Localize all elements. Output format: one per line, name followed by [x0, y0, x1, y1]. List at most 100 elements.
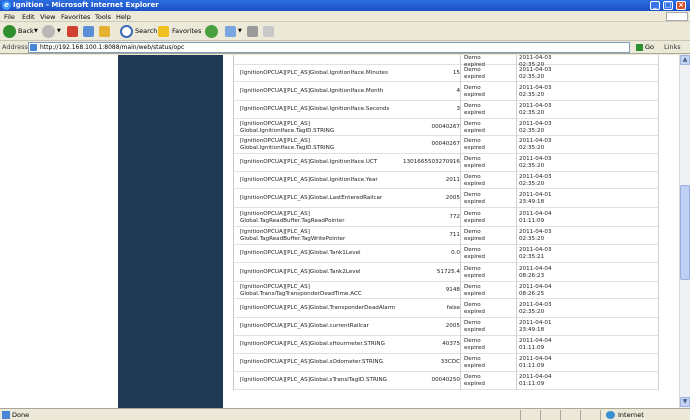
menu-help[interactable]: Help — [116, 13, 131, 21]
stop-icon[interactable] — [67, 26, 78, 37]
tag-value-cell: 40375 — [442, 341, 460, 347]
page-viewport: Demo expired 2011-04-03 02:35:20 [Ignition… — [0, 55, 679, 408]
menu-bar: File Edit View Favorites Tools Help — [0, 11, 690, 22]
tag-path-cell: [IgnitionOPCUA][PLC_AS]Global.sTransiTag… — [240, 377, 388, 383]
status-divider — [540, 410, 541, 420]
tag-path-cell: [IgnitionOPCUA][PLC_AS]Global.Transponde… — [240, 305, 396, 311]
tag-timestamp-cell: 2011-04-03 02:35:20 — [519, 302, 552, 315]
menu-favorites[interactable]: Favorites — [61, 13, 90, 21]
tag-quality-cell: Demo expired — [464, 211, 485, 224]
tag-quality-cell: Demo expired — [464, 302, 485, 315]
back-button[interactable]: Back — [18, 25, 34, 38]
table-row: [IgnitionOPCUA][PLC_AS] Global.IgnitionI… — [234, 136, 659, 154]
table-row: [IgnitionOPCUA][PLC_AS]Global.LastEntere… — [234, 189, 659, 208]
tag-quality-cell: Demo expired — [464, 174, 485, 187]
tag-path-cell: [IgnitionOPCUA][PLC_AS]Global.sOdometer.… — [240, 359, 383, 365]
scroll-up-icon[interactable]: ▲ — [680, 55, 690, 65]
tag-quality-cell: Demo expired — [464, 338, 485, 351]
tag-timestamp-cell: 2011-04-04 01:11:09 — [519, 338, 552, 351]
history-icon[interactable] — [205, 25, 218, 38]
go-arrow-icon — [636, 43, 643, 51]
maximize-button[interactable]: □ — [663, 1, 673, 10]
tag-path-cell: [IgnitionOPCUA][PLC_AS]Global.currentRai… — [240, 323, 369, 329]
status-text: Done — [12, 411, 30, 419]
menu-view[interactable]: View — [40, 13, 55, 21]
tag-value-cell: 15 — [452, 70, 460, 76]
refresh-icon[interactable] — [83, 26, 94, 37]
tag-path-cell: [IgnitionOPCUA][PLC_AS] Global.TagReadBu… — [240, 229, 346, 242]
back-arrow-icon[interactable] — [3, 25, 16, 38]
address-label: Address — [2, 43, 28, 51]
links-button[interactable]: Links — [664, 43, 681, 51]
ie-logo-icon: e — [2, 1, 11, 10]
tag-quality-cell: Demo expired — [464, 320, 485, 333]
tag-quality-cell: Demo expired — [464, 247, 485, 260]
tag-path-cell: [IgnitionOPCUA][PLC_AS]Global.sHourmeter… — [240, 341, 385, 347]
tag-quality-cell: Demo expired — [464, 192, 485, 205]
menu-tools[interactable]: Tools — [95, 13, 111, 21]
page-done-icon — [2, 411, 10, 419]
tag-timestamp-cell: 2011-04-01 23:49:18 — [519, 320, 552, 333]
tag-timestamp-cell: 2011-04-04 08:26:25 — [519, 284, 552, 297]
column-divider — [516, 55, 517, 390]
table-row: [IgnitionOPCUA][PLC_AS]Global.IgnitionIf… — [234, 172, 659, 189]
tag-timestamp-cell: 2011-04-03 02:35:20 — [519, 156, 552, 169]
table-row: [IgnitionOPCUA][PLC_AS]Global.sOdometer.… — [234, 354, 659, 372]
tag-path-cell: [IgnitionOPCUA][PLC_AS]Global.IgnitionIf… — [240, 88, 384, 94]
mail-icon[interactable] — [225, 26, 236, 37]
tag-quality-cell: Demo expired — [464, 138, 485, 151]
tag-timestamp-cell: 2011-04-03 02:35:20 — [519, 85, 552, 98]
favorites-button[interactable]: Favorites — [172, 25, 201, 38]
tag-timestamp-cell: 2011-04-04 08:26:23 — [519, 266, 552, 279]
table-row: [IgnitionOPCUA][PLC_AS]Global.IgnitionIf… — [234, 154, 659, 172]
tag-timestamp-cell: 2011-04-03 02:35:20 — [519, 121, 552, 134]
tag-value-cell: 0.0 — [451, 250, 460, 256]
search-button[interactable]: Search — [135, 25, 157, 38]
scroll-down-icon[interactable]: ▼ — [680, 397, 690, 407]
tag-value-cell: 2005 — [445, 323, 460, 329]
page-icon — [30, 44, 37, 51]
forward-dropdown-icon[interactable]: ▼ — [57, 25, 61, 38]
minimize-button[interactable]: _ — [650, 1, 660, 10]
table-row: [IgnitionOPCUA][PLC_AS]Global.sHourmeter… — [234, 336, 659, 354]
menu-edit[interactable]: Edit — [22, 13, 35, 21]
menu-file[interactable]: File — [4, 13, 15, 21]
tag-timestamp-cell: 2011-04-03 02:35:20 — [519, 103, 552, 116]
column-divider — [658, 55, 659, 390]
address-input[interactable]: http://192.168.100.1:8088/main/web/statu… — [28, 42, 630, 53]
edit-page-icon[interactable] — [263, 26, 274, 37]
favorites-star-icon[interactable] — [158, 26, 169, 37]
table-row: Demo expired 2011-04-03 02:35:20 — [234, 55, 659, 68]
tag-value-cell: 00040250 — [431, 377, 460, 383]
print-icon[interactable] — [247, 26, 258, 37]
tag-timestamp-cell: 2011-04-04 01:11:09 — [519, 211, 552, 224]
tag-path-cell: [IgnitionOPCUA][PLC_AS]Global.LastEntere… — [240, 195, 383, 201]
back-dropdown-icon[interactable]: ▼ — [34, 25, 38, 38]
windows-logo-icon — [666, 12, 688, 21]
tag-timestamp-cell: 2011-04-04 01:11:09 — [519, 374, 552, 387]
tag-quality-cell: Demo expired — [464, 67, 485, 80]
forward-arrow-icon[interactable] — [42, 25, 55, 38]
status-divider — [580, 410, 581, 420]
tag-path-cell: [IgnitionOPCUA][PLC_AS]Global.Tank2Level — [240, 269, 361, 275]
tag-quality-cell: Demo expired — [464, 374, 485, 387]
close-button[interactable]: × — [676, 1, 686, 10]
status-divider — [560, 410, 561, 420]
page-sidebar — [118, 55, 223, 408]
address-bar: Address http://192.168.100.1:8088/main/w… — [0, 41, 690, 54]
table-row: [IgnitionOPCUA][PLC_AS]Global.Transponde… — [234, 299, 659, 318]
column-divider — [460, 55, 461, 390]
tag-value-cell: 2005 — [445, 195, 460, 201]
scroll-thumb[interactable] — [680, 185, 690, 280]
go-button[interactable]: Go — [636, 43, 654, 51]
status-divider — [600, 410, 601, 420]
status-zone: Internet — [618, 411, 644, 419]
table-row: [IgnitionOPCUA][PLC_AS]Global.Tank2Level… — [234, 263, 659, 282]
home-icon[interactable] — [99, 26, 110, 37]
vertical-scrollbar[interactable]: ▲ ▼ — [679, 55, 690, 408]
table-row: [IgnitionOPCUA][PLC_AS]Global.IgnitionIf… — [234, 82, 659, 101]
mail-dropdown-icon[interactable]: ▼ — [238, 25, 242, 38]
search-icon[interactable] — [120, 25, 133, 38]
tag-value-cell: 2011 — [445, 177, 460, 183]
tag-value-cell: 33CDC — [440, 359, 460, 365]
